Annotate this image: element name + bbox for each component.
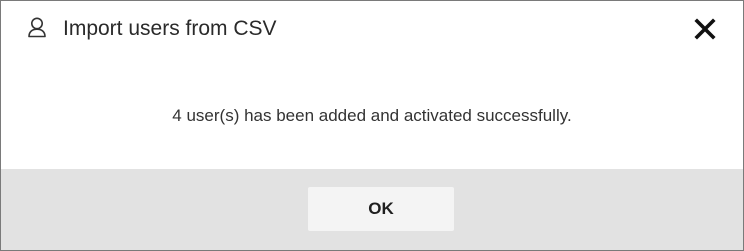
dialog-footer: OK <box>1 169 743 250</box>
dialog-header: Import users from CSV <box>1 1 743 59</box>
import-users-dialog: Import users from CSV 4 user(s) has been… <box>0 0 744 251</box>
ok-button[interactable]: OK <box>308 187 454 231</box>
close-button[interactable] <box>691 15 719 43</box>
user-icon <box>26 16 48 38</box>
dialog-title: Import users from CSV <box>63 17 277 40</box>
dialog-body: 4 user(s) has been added and activated s… <box>1 59 743 169</box>
success-message: 4 user(s) has been added and activated s… <box>172 106 572 125</box>
close-icon <box>694 18 716 40</box>
